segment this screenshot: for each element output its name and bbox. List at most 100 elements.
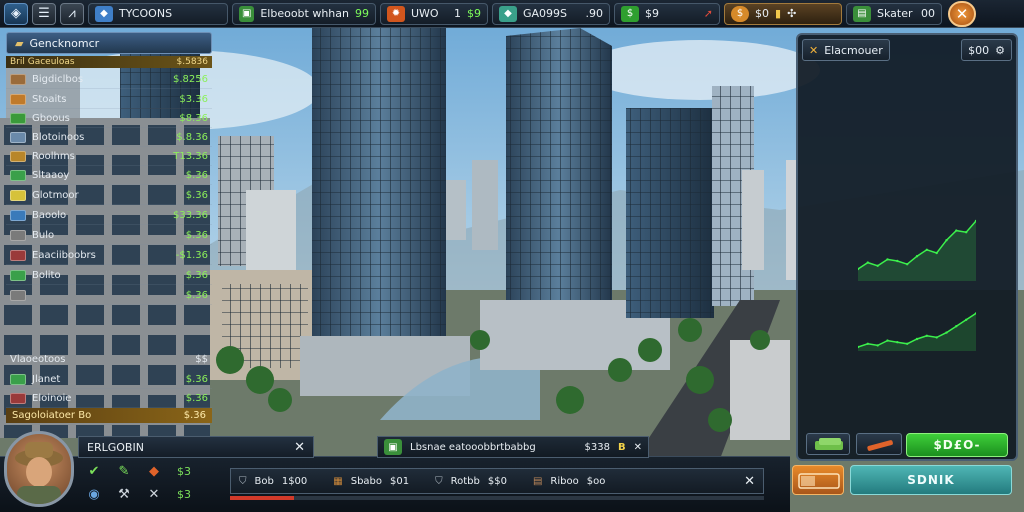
tools-button[interactable]	[856, 433, 902, 455]
data-point	[866, 261, 869, 264]
progress-fill	[230, 496, 295, 500]
box-icon[interactable]: ◆	[144, 462, 164, 480]
data-point	[945, 331, 948, 334]
stats-button[interactable]: ⩘	[60, 2, 84, 25]
series-area-0	[858, 221, 976, 281]
book-icon: ▤	[532, 475, 543, 487]
list-item[interactable]: Glotmoor $.36	[6, 186, 212, 205]
category-icon	[10, 93, 26, 105]
list-item[interactable]: Sltaaoy $.36	[6, 166, 212, 185]
income-chart	[858, 219, 976, 351]
category-icon	[10, 209, 26, 221]
company-title[interactable]: ◆ TYCOONS	[88, 2, 228, 25]
list-item[interactable]: Bigdiclbos $.8256	[6, 70, 212, 89]
list-item[interactable]: Baoolo $33.36	[6, 206, 212, 225]
crystal-icon: ◆	[499, 5, 517, 22]
game-screen: ◈ ☰ ⩘ ◆ TYCOONS ▣ Elbeoobt whhan 99 ✹ UW…	[0, 0, 1024, 512]
row-value: $.8256	[173, 73, 208, 85]
row-label: Stoaits	[32, 93, 67, 105]
resource-4[interactable]: $ $9 ➚	[614, 2, 720, 25]
main-action-button[interactable]: SDNIK	[850, 465, 1012, 495]
cash-stack-button[interactable]	[806, 433, 850, 455]
confirm-button[interactable]: $D£O-	[906, 433, 1008, 457]
row-label: Bulo	[32, 229, 55, 241]
close-icon[interactable]: ✕	[294, 440, 305, 455]
panel-column-header: Bril Gaceuloas $.5836	[6, 56, 212, 68]
row-value: $.36	[185, 169, 208, 181]
panel-tab-main[interactable]: ✕ Elacmouer	[802, 39, 890, 61]
list-item[interactable]: Eaaciiboobrs -$1.36	[6, 246, 212, 265]
panel-subtitle: Gencknomcr	[29, 36, 100, 50]
row-label: Bolito	[32, 269, 61, 281]
total-value: $.36	[183, 410, 206, 421]
row-value: -$1.36	[175, 249, 208, 261]
close-button[interactable]: ✕	[948, 0, 976, 27]
cash-value: 00	[921, 7, 935, 20]
gold-display[interactable]: $ $0 ▮ ✣	[724, 2, 842, 25]
layers-button[interactable]: ◈	[4, 2, 28, 25]
data-point	[915, 255, 919, 258]
data-point	[955, 229, 958, 232]
list-item[interactable]: Roolhms T13.36	[6, 147, 212, 166]
data-point	[876, 344, 879, 347]
chip-icon: ▣	[239, 5, 255, 22]
list-item[interactable]: Jlanet $.36	[6, 370, 212, 389]
avatar[interactable]	[4, 431, 74, 507]
shield-icon: ⛉	[435, 475, 443, 487]
data-point	[906, 342, 909, 345]
cross-icon[interactable]: ✕	[144, 485, 164, 503]
progress-bar	[230, 496, 764, 500]
data-point	[896, 259, 899, 263]
check-icon[interactable]: ✔	[84, 462, 104, 480]
cash-label: Skater	[877, 7, 913, 20]
stat-label: Bob	[254, 475, 274, 487]
list-item[interactable]: $.36	[6, 286, 212, 305]
cash-display[interactable]: ▤ Skater 00	[846, 2, 942, 25]
edit-icon[interactable]: ✎	[114, 462, 134, 480]
list-item[interactable]: Bolito $.36	[6, 266, 212, 285]
arrow-up-icon: ➚	[703, 7, 713, 20]
stat-label: Riboo	[550, 475, 579, 487]
stat-value: $01	[390, 475, 410, 487]
close-icon[interactable]: ✕	[744, 474, 755, 489]
category-icon	[10, 73, 26, 85]
resource-1[interactable]: ▣ Elbeoobt whhan 99	[232, 2, 376, 25]
close-icon[interactable]: ✕	[634, 442, 642, 453]
row-label: Eloinoie	[32, 392, 72, 404]
tools-icon[interactable]: ⚒	[114, 485, 134, 503]
data-point	[945, 239, 948, 242]
resource-2[interactable]: ✹ UWO 1 $9	[380, 2, 488, 25]
build-button[interactable]	[792, 465, 844, 495]
list-item[interactable]: Eloinoie $.36	[6, 389, 212, 408]
row-value: $.36	[185, 289, 208, 301]
panel-tab-secondary[interactable]: $00 ⚙	[961, 39, 1012, 61]
flask-icon: ▮	[775, 7, 782, 20]
list-item[interactable]: Blotoinoos $.8.36	[6, 128, 212, 147]
notification-bar[interactable]: ▣ Lbsnae eatooobbrtbabbg $338 B ✕	[377, 436, 649, 458]
row-label: Bigdiclbos	[32, 73, 84, 85]
list-item[interactable]: Gboous $8.36	[6, 109, 212, 128]
list-item[interactable]: Stoaits $3.36	[6, 90, 212, 109]
alert-icon: ▣	[384, 439, 402, 455]
briefcase-icon: ▰	[15, 36, 24, 50]
category-icon	[10, 229, 26, 241]
shield-icon: ⛉	[239, 475, 247, 487]
row-value: $.36	[185, 392, 208, 404]
panel-subheader[interactable]: ▰ Gencknomcr	[6, 32, 212, 54]
panel-counter: $00	[968, 43, 990, 57]
data-point	[886, 258, 889, 261]
resource-3[interactable]: ◆ GA099S .90	[492, 2, 610, 25]
row-value: $8.36	[179, 112, 208, 124]
money-icon	[815, 438, 843, 450]
quick-actions: ✔ ✎ ◆ $3 ◉ ⚒ ✕ $3	[84, 462, 214, 508]
tools-icon: ✕	[809, 43, 819, 57]
stat-value: $oo	[586, 475, 606, 487]
list-item[interactable]: Bulo $.36	[6, 226, 212, 245]
category-icon	[10, 269, 26, 281]
top-bar: ◈ ☰ ⩘ ◆ TYCOONS ▣ Elbeoobt whhan 99 ✹ UW…	[0, 0, 1024, 28]
globe-icon[interactable]: ◉	[84, 485, 104, 503]
data-point	[876, 264, 879, 267]
cash-icon: $	[621, 5, 639, 22]
menu-button[interactable]: ☰	[32, 2, 56, 25]
row-value: $3.36	[179, 93, 208, 105]
